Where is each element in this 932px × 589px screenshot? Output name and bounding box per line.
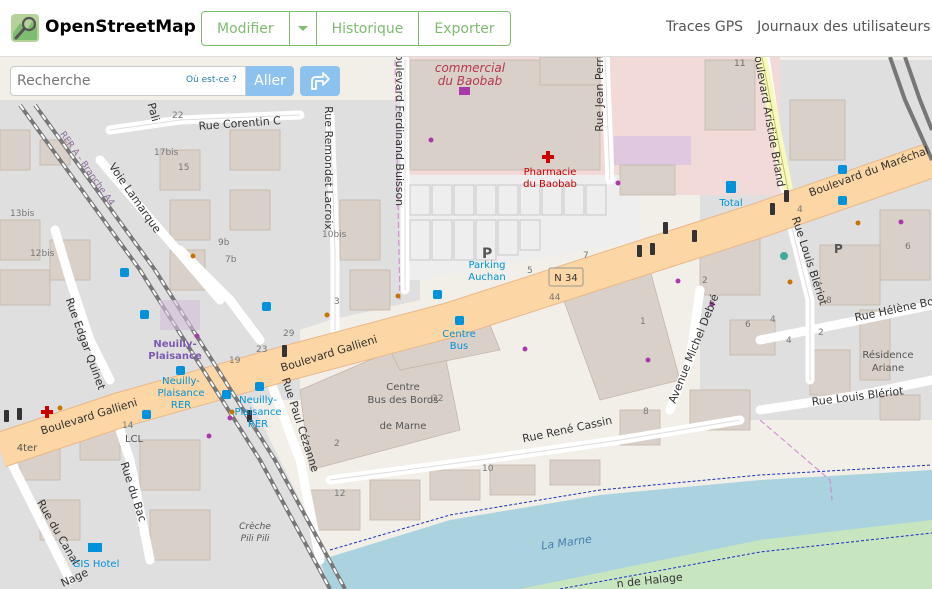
svg-text:12: 12 [334, 489, 345, 499]
chevron-down-icon [297, 26, 308, 31]
edit-button[interactable]: Modifier [202, 12, 289, 45]
label-rue-jean-perrin: Rue Jean Perrin [593, 48, 606, 132]
svg-text:2: 2 [702, 276, 708, 286]
label-road-ref: N 34 [554, 273, 577, 284]
label-neuilly-rer-1: Neuilly- [162, 376, 200, 387]
go-button[interactable]: Aller [246, 66, 294, 96]
svg-text:19: 19 [229, 356, 241, 366]
svg-text:4: 4 [786, 336, 792, 346]
svg-text:6: 6 [905, 242, 911, 252]
search-bar: Où est-ce ? Aller [10, 66, 294, 96]
brand-title[interactable]: OpenStreetMap [45, 17, 196, 37]
svg-text:8: 8 [643, 407, 649, 417]
svg-text:10: 10 [482, 464, 494, 474]
svg-text:3: 3 [334, 297, 340, 307]
label-neuilly-2: Plaisance [148, 351, 202, 362]
svg-text:1: 1 [640, 317, 646, 327]
svg-text:4: 4 [797, 205, 803, 215]
svg-text:4: 4 [770, 315, 776, 325]
label-4ter: 4ter [17, 443, 38, 454]
svg-text:14: 14 [122, 421, 134, 431]
label-pharmacie-sub: du Baobab [523, 179, 577, 190]
svg-text:15: 15 [178, 163, 189, 173]
label-lcl: LCL [125, 434, 144, 445]
nav-gps-traces[interactable]: Traces GPS [666, 19, 743, 35]
svg-text:12bis: 12bis [30, 249, 55, 259]
label-commercial-sub: du Baobab [438, 74, 503, 88]
label-centre-bus-2: Bus des Bords [368, 395, 439, 406]
label-parking-sub: Auchan [468, 272, 505, 283]
label-bd-ferdinand: oulevard Ferdinand Buisson [393, 54, 406, 206]
label-neuilly-rer-2: Plaisance [157, 388, 204, 399]
secondary-nav: Traces GPS Journaux des utilisateurs D [666, 19, 932, 35]
label-neuilly-rer-b3: RER [248, 419, 268, 430]
svg-text:2: 2 [334, 439, 340, 449]
svg-text:5: 5 [527, 266, 533, 276]
export-button[interactable]: Exporter [418, 12, 509, 45]
label-centre-bus-1: Centre [386, 382, 419, 393]
svg-text:13bis: 13bis [10, 209, 35, 219]
label-creche-1: Crèche [239, 521, 271, 532]
label-neuilly-1: Neuilly- [153, 339, 196, 350]
label-commercial: commercial [435, 61, 506, 75]
nav-user-diaries[interactable]: Journaux des utilisateurs [757, 19, 930, 35]
svg-text:44: 44 [549, 293, 561, 303]
svg-text:23: 23 [256, 345, 267, 355]
label-centre-bus-3: de Marne [380, 421, 427, 432]
where-is-this-link[interactable]: Où est-ce ? [186, 75, 237, 85]
svg-text:6: 6 [745, 320, 751, 330]
label-parking: Parking [468, 260, 505, 271]
shopping-basket-icon [459, 87, 470, 95]
label-neuilly-rer-3: RER [171, 400, 191, 411]
svg-text:9b: 9b [218, 238, 230, 248]
osm-logo-icon[interactable] [10, 13, 40, 43]
label-rue-remondet: Rue Remondet Lacroix [322, 106, 335, 230]
svg-text:29: 29 [283, 329, 295, 339]
label-neuilly-rer-b2: Plaisance [234, 407, 281, 418]
svg-text:8: 8 [826, 296, 832, 306]
label-centre-bus-small: Centre [442, 329, 475, 340]
hotel-icon [88, 543, 102, 552]
svg-text:10bis: 10bis [322, 230, 347, 240]
label-residence-1: Résidence [862, 349, 913, 361]
fuel-station-icon[interactable] [726, 181, 736, 193]
svg-text:11: 11 [734, 59, 745, 69]
top-header: OpenStreetMap Modifier Historique Export… [0, 0, 932, 57]
label-pharmacie: Pharmacie [524, 167, 577, 178]
directions-button[interactable] [300, 66, 340, 96]
svg-text:17bis: 17bis [154, 148, 179, 158]
svg-text:22: 22 [172, 111, 183, 121]
label-creche-2: Pili Pili [241, 534, 270, 544]
label-centre-bus-small-sub: Bus [450, 341, 468, 352]
playground-icon [780, 252, 788, 260]
edit-dropdown-button[interactable] [288, 12, 316, 45]
svg-text:7: 7 [583, 251, 589, 261]
parking-icon-small: P [834, 242, 843, 256]
svg-text:2: 2 [818, 328, 824, 338]
label-neuilly-rer-b1: Neuilly- [239, 395, 277, 406]
svg-text:7b: 7b [225, 255, 237, 265]
osm-app: P P commercial du Baobab Pharmacie du Ba… [0, 0, 932, 589]
history-button[interactable]: Historique [315, 12, 419, 45]
label-residence-2: Ariane [872, 363, 904, 374]
svg-text:32: 32 [432, 394, 443, 404]
directions-arrow-icon [311, 72, 330, 90]
label-total: Total [718, 198, 742, 209]
edit-button-group: Modifier Historique Exporter [201, 11, 511, 46]
